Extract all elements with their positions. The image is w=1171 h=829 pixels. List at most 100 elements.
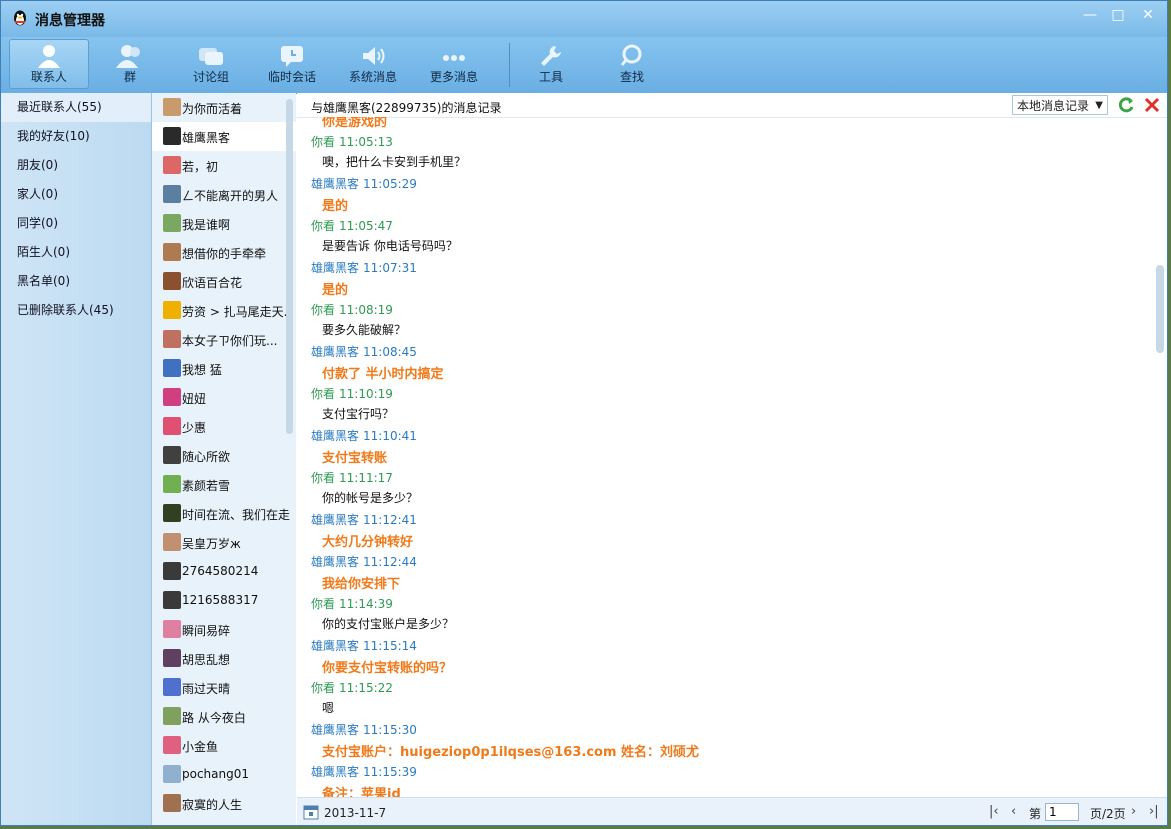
page-suffix: 页/2页 (1090, 807, 1126, 821)
contact-item[interactable]: 本女子ㄗ你们玩... (152, 325, 296, 354)
category-recent[interactable]: 最近联系人(55) (1, 93, 151, 122)
category-my-friends[interactable]: 我的好友(10) (1, 122, 151, 151)
contact-item[interactable]: 2764580214 (152, 557, 296, 586)
contact-item[interactable]: 欣语百合花 (152, 267, 296, 296)
contact-name: ㄥ不能离开的男人 (182, 189, 279, 203)
category-blacklist[interactable]: 黑名单(0) (1, 267, 151, 296)
contact-item[interactable]: 为你而活着 (152, 93, 296, 122)
speaker-icon (363, 47, 385, 65)
first-page-icon[interactable]: |‹ (989, 804, 999, 819)
page-number-input[interactable] (1045, 803, 1079, 821)
contact-item[interactable]: pochang01 (152, 760, 296, 789)
message-text: 支付宝账户：huigeziop0p1ilqses@163.com 姓名：刘硕尤 (322, 745, 700, 760)
contact-name: 少惠 (182, 421, 207, 435)
contact-item[interactable]: 瞬间易碎 (152, 615, 296, 644)
maximize-icon[interactable]: □ (1106, 5, 1130, 25)
avatar (163, 359, 181, 377)
contact-item[interactable]: 我想 猛 (152, 354, 296, 383)
message-time: 11:08:19 (339, 303, 393, 317)
message-header: 雄鹰黑客 11:10:41 (311, 427, 417, 444)
chevron-down-icon: ▼ (1095, 100, 1103, 111)
message-list-scrollbar[interactable] (1156, 265, 1164, 353)
contact-item[interactable]: 小金鱼 (152, 731, 296, 760)
message-time: 11:05:13 (339, 135, 393, 149)
tab-more-messages[interactable]: 更多消息 (414, 39, 494, 89)
contact-name: 随心所欲 (182, 450, 231, 464)
contact-name: 为你而活着 (182, 102, 243, 116)
calendar-icon[interactable] (303, 804, 319, 820)
contact-item[interactable]: 劳资 > 扎马尾走天... (152, 296, 296, 325)
category-strangers[interactable]: 陌生人(0) (1, 238, 151, 267)
message-sender: 你看 (311, 303, 336, 317)
message-header: 雄鹰黑客 11:08:45 (311, 343, 417, 360)
message-text: 付款了 半小时内搞定 (322, 367, 444, 382)
minimize-icon[interactable]: — (1078, 5, 1102, 25)
contact-item[interactable]: ㄥ不能离开的男人 (152, 180, 296, 209)
close-icon[interactable]: ✕ (1136, 5, 1160, 25)
contact-item[interactable]: 寂寞的人生 (152, 789, 296, 818)
contact-item[interactable]: 1216588317 (152, 586, 296, 615)
message-text: 要多久能破解？ (322, 323, 407, 337)
message-time: 11:12:44 (363, 555, 417, 569)
refresh-icon[interactable] (1117, 96, 1135, 114)
contact-item[interactable]: 随心所欲 (152, 441, 296, 470)
search-button[interactable]: 查找 (592, 39, 672, 89)
message-header: 你看 11:11:17 (311, 469, 393, 486)
contact-item[interactable]: 想借你的手牵牵 (152, 238, 296, 267)
message-text: 是要告诉 你电话号码吗？ (322, 239, 458, 253)
contact-name: 1216588317 (182, 593, 259, 607)
category-friends[interactable]: 朋友(0) (1, 151, 151, 180)
contact-item[interactable]: 素颜若雪 (152, 470, 296, 499)
message-text: 是的 (322, 199, 349, 214)
contact-item[interactable]: 我是谁啊 (152, 209, 296, 238)
contact-item[interactable]: 时间在流、我们在走 (152, 499, 296, 528)
tab-discussions-label: 讨论组 (192, 70, 229, 84)
contact-item[interactable]: 妞妞 (152, 383, 296, 412)
tab-contacts[interactable]: 联系人 (9, 39, 89, 89)
contact-name: 寂寞的人生 (182, 798, 243, 812)
contact-category-sidebar: 最近联系人(55) 我的好友(10) 朋友(0) 家人(0) 同学(0) 陌生人… (1, 93, 152, 825)
message-sender: 雄鹰黑客 (311, 429, 360, 443)
message-time: 11:10:41 (363, 429, 417, 443)
contact-item[interactable]: 路 从今夜白 (152, 702, 296, 731)
contact-name: 雨过天晴 (182, 682, 231, 696)
contact-item[interactable]: 雨过天晴 (152, 673, 296, 702)
delete-icon[interactable] (1143, 96, 1161, 114)
contact-name: 妞妞 (182, 392, 207, 406)
message-manager-window: 消息管理器 — □ ✕ 联系人 群 讨论组 临时会话 系统消息 更多消息 工具 … (0, 0, 1168, 826)
contact-item[interactable]: 吴皇万岁ж (152, 528, 296, 557)
category-deleted[interactable]: 已删除联系人(45) (1, 296, 151, 325)
tab-more-messages-label: 更多消息 (429, 70, 478, 84)
contact-name: 路 从今夜白 (182, 711, 246, 725)
contact-item[interactable]: 胡思乱想 (152, 644, 296, 673)
next-page-icon[interactable]: › (1131, 804, 1136, 819)
contact-list-scrollbar[interactable] (286, 99, 293, 434)
message-sender: 你看 (311, 471, 336, 485)
message-header: 你看 11:15:22 (311, 679, 393, 696)
tab-groups[interactable]: 群 (90, 39, 170, 89)
last-page-icon[interactable]: ›| (1149, 804, 1159, 819)
contact-item[interactable]: 雄鹰黑客 (152, 122, 296, 151)
message-text: 你的帐号是多少？ (322, 491, 419, 505)
record-source-select[interactable]: 本地消息记录 ▼ (1012, 95, 1108, 115)
message-sender: 你看 (311, 387, 336, 401)
category-family[interactable]: 家人(0) (1, 180, 151, 209)
avatar (163, 736, 181, 754)
tab-temp-chat[interactable]: 临时会话 (252, 39, 332, 89)
contact-name: 欣语百合花 (182, 276, 243, 290)
avatar (163, 765, 181, 783)
contact-item[interactable]: 若，初 (152, 151, 296, 180)
tab-system-messages[interactable]: 系统消息 (333, 39, 413, 89)
message-header: 你看 11:05:47 (311, 217, 393, 234)
message-header: 雄鹰黑客 11:07:31 (311, 259, 417, 276)
message-sender: 你看 (311, 219, 336, 233)
contact-item[interactable]: 少惠 (152, 412, 296, 441)
prev-page-icon[interactable]: ‹ (1011, 804, 1016, 819)
message-time: 11:05:47 (339, 219, 393, 233)
avatar (163, 243, 181, 261)
tools-button[interactable]: 工具 (511, 39, 591, 89)
category-classmates[interactable]: 同学(0) (1, 209, 151, 238)
tab-discussions[interactable]: 讨论组 (171, 39, 251, 89)
message-text: 支付宝转账 (322, 451, 388, 466)
message-header: 你看 11:05:13 (311, 133, 393, 150)
